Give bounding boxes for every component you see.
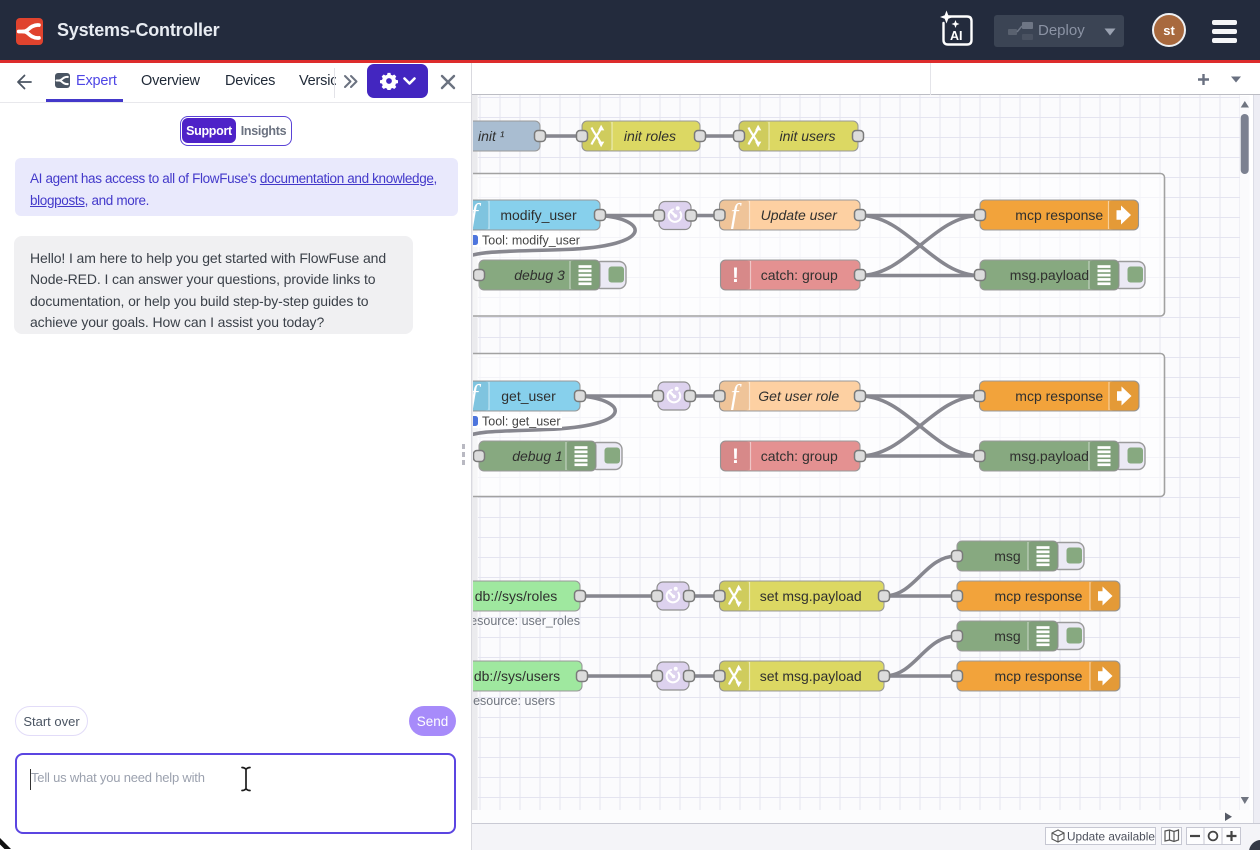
svg-text:msg.payload: msg.payload	[1010, 267, 1089, 283]
svg-text:msg: msg	[994, 628, 1020, 644]
svg-text:msg: msg	[994, 548, 1020, 564]
svg-text:Get user role: Get user role	[758, 388, 839, 404]
svg-text:mcp response: mcp response	[1015, 207, 1103, 223]
svg-text:debug 3: debug 3	[514, 267, 565, 283]
svg-text:catch: group: catch: group	[761, 448, 838, 464]
svg-text:db://sys/users: db://sys/users	[474, 668, 560, 684]
svg-text:!: !	[732, 445, 739, 468]
svg-text:Update user: Update user	[761, 207, 839, 223]
svg-text:!: !	[732, 264, 739, 287]
svg-text:init roles: init roles	[624, 128, 676, 144]
svg-text:msg.payload: msg.payload	[1010, 448, 1089, 464]
svg-text:AI: AI	[950, 29, 963, 43]
svg-text:modify_user: modify_user	[500, 207, 577, 223]
svg-text:set msg.payload: set msg.payload	[760, 588, 862, 604]
svg-text:init users: init users	[779, 128, 835, 144]
svg-text:resource: user_roles: resource: user_roles	[466, 614, 580, 628]
svg-text:set msg.payload: set msg.payload	[760, 668, 862, 684]
svg-text:Tool: get_user: Tool: get_user	[482, 415, 561, 429]
svg-text:init ¹: init ¹	[478, 128, 505, 144]
svg-text:get_user: get_user	[501, 388, 556, 404]
svg-text:Update available: Update available	[1067, 830, 1155, 844]
svg-text:mcp response: mcp response	[995, 668, 1083, 684]
svg-text:debug 1: debug 1	[512, 448, 563, 464]
svg-text:mcp response: mcp response	[1015, 388, 1103, 404]
svg-text:resource: users: resource: users	[469, 694, 555, 708]
svg-text:Tool: modify_user: Tool: modify_user	[482, 234, 580, 248]
svg-text:db://sys/roles: db://sys/roles	[475, 588, 557, 604]
svg-text:catch: group: catch: group	[761, 267, 838, 283]
svg-text:mcp response: mcp response	[995, 588, 1083, 604]
